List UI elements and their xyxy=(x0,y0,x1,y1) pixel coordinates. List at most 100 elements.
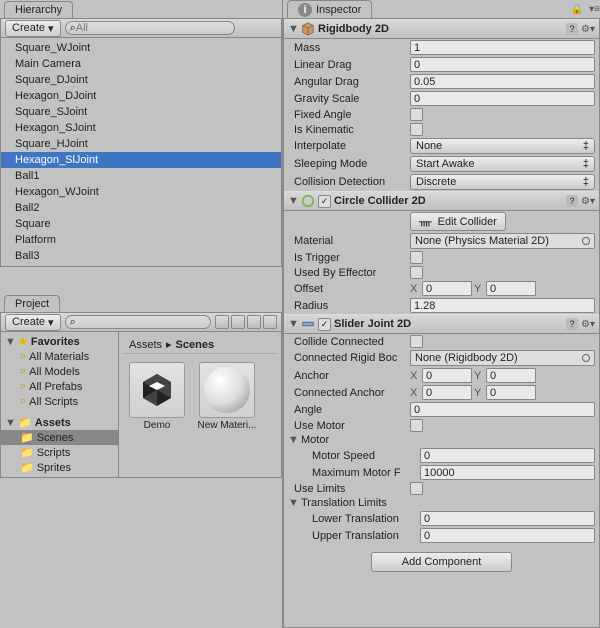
favorites-header[interactable]: ▼★Favorites xyxy=(1,334,118,349)
search-icon: ⌕ xyxy=(20,380,26,393)
help-icon[interactable]: ? xyxy=(566,195,578,207)
circle-collider-header[interactable]: ▼ ✓ Circle Collider 2D ? ⚙▾ xyxy=(284,191,599,211)
rigidbody-icon xyxy=(301,22,315,36)
hierarchy-item[interactable]: Ball3 xyxy=(1,248,281,264)
mass-input[interactable] xyxy=(410,40,595,55)
edit-collider-button[interactable]: ᚄEdit Collider xyxy=(410,212,506,231)
hierarchy-item[interactable]: Square_DJoint xyxy=(1,72,281,88)
project-tab[interactable]: Project xyxy=(4,295,60,312)
hierarchy-item[interactable]: Hexagon_DJoint xyxy=(1,88,281,104)
hierarchy-tab[interactable]: Hierarchy xyxy=(4,1,73,18)
hierarchy-item[interactable]: Square_WJoint xyxy=(1,40,281,56)
material-field[interactable]: None (Physics Material 2D) xyxy=(410,233,595,249)
favorite-item[interactable]: ⌕All Prefabs xyxy=(1,379,118,394)
gear-icon[interactable]: ⚙▾ xyxy=(581,319,595,330)
menu-icon[interactable]: ▾≡ xyxy=(589,4,600,15)
connected-rigidbody-field[interactable]: None (Rigidbody 2D) xyxy=(410,350,595,366)
star-icon: ★ xyxy=(18,335,28,348)
chevron-down-icon: ‡ xyxy=(583,140,589,152)
hierarchy-item[interactable]: Main Camera xyxy=(1,56,281,72)
chevron-down-icon: ‡ xyxy=(583,176,589,188)
asset-thumbnail[interactable]: Demo xyxy=(127,362,187,431)
angle-input[interactable] xyxy=(410,402,595,417)
slider-joint-enable-checkbox[interactable]: ✓ xyxy=(318,318,331,331)
foldout-icon[interactable]: ▼ xyxy=(288,497,298,509)
lower-translation-input[interactable] xyxy=(420,511,595,526)
asset-folder[interactable]: 📁Scripts xyxy=(1,445,118,460)
connected-anchor-x-input[interactable] xyxy=(422,385,472,400)
project-tab-label: Project xyxy=(15,298,49,310)
max-motor-force-input[interactable] xyxy=(420,465,595,480)
angular-drag-input[interactable] xyxy=(410,74,595,89)
anchor-y-input[interactable] xyxy=(486,368,536,383)
project-search-input[interactable]: ⌕ xyxy=(65,315,211,329)
hierarchy-item[interactable]: Hexagon_SlJoint xyxy=(1,152,281,168)
hierarchy-item[interactable]: Hexagon_WJoint xyxy=(1,184,281,200)
favorite-item[interactable]: ⌕All Materials xyxy=(1,349,118,364)
offset-y-input[interactable] xyxy=(486,281,536,296)
use-motor-checkbox[interactable] xyxy=(410,419,423,432)
foldout-icon: ▼ xyxy=(5,417,15,429)
search-icon: ⌕ xyxy=(20,350,26,363)
project-create-button[interactable]: Create▾ xyxy=(5,314,61,331)
anchor-x-input[interactable] xyxy=(422,368,472,383)
offset-x-input[interactable] xyxy=(422,281,472,296)
help-icon[interactable]: ? xyxy=(566,23,578,35)
gear-icon[interactable]: ⚙▾ xyxy=(581,196,595,207)
foldout-icon: ▼ xyxy=(288,195,298,207)
gravity-scale-input[interactable] xyxy=(410,91,595,106)
collision-detection-dropdown[interactable]: Discrete‡ xyxy=(410,174,595,190)
is-kinematic-checkbox[interactable] xyxy=(410,123,423,136)
foldout-icon[interactable]: ▼ xyxy=(288,434,298,446)
project-toolbar-icon[interactable] xyxy=(247,315,261,329)
hierarchy-item[interactable]: Platform xyxy=(1,232,281,248)
fixed-angle-checkbox[interactable] xyxy=(410,108,423,121)
inspector-tab[interactable]: iInspector xyxy=(287,0,372,19)
rigidbody-header[interactable]: ▼ Rigidbody 2D ? ⚙▾ xyxy=(284,19,599,39)
favorite-item[interactable]: ⌕All Scripts xyxy=(1,394,118,409)
hierarchy-item[interactable]: Hexagon_SJoint xyxy=(1,120,281,136)
edit-collider-icon: ᚄ xyxy=(419,215,432,228)
object-picker-icon[interactable] xyxy=(582,237,590,245)
asset-folder[interactable]: 📁Scenes xyxy=(1,430,118,445)
assets-header[interactable]: ▼📁Assets xyxy=(1,415,118,430)
upper-translation-input[interactable] xyxy=(420,528,595,543)
radius-input[interactable] xyxy=(410,298,595,313)
slider-joint-icon xyxy=(301,317,315,331)
object-picker-icon[interactable] xyxy=(582,354,590,362)
favorite-item[interactable]: ⌕All Models xyxy=(1,364,118,379)
is-trigger-checkbox[interactable] xyxy=(410,251,423,264)
hierarchy-item[interactable]: Square xyxy=(1,216,281,232)
used-by-effector-checkbox[interactable] xyxy=(410,266,423,279)
project-toolbar-icon[interactable] xyxy=(263,315,277,329)
hierarchy-item[interactable]: Ball1 xyxy=(1,168,281,184)
hierarchy-create-button[interactable]: Create▾ xyxy=(5,20,61,37)
motor-speed-input[interactable] xyxy=(420,448,595,463)
hierarchy-item[interactable]: Square_SJoint xyxy=(1,104,281,120)
add-component-button[interactable]: Add Component xyxy=(371,552,513,572)
asset-thumbnail[interactable]: New Materi... xyxy=(197,362,257,431)
folder-icon: 📁 xyxy=(20,431,34,444)
use-limits-checkbox[interactable] xyxy=(410,482,423,495)
connected-anchor-y-input[interactable] xyxy=(486,385,536,400)
gear-icon[interactable]: ⚙▾ xyxy=(581,24,595,35)
project-toolbar-icon[interactable] xyxy=(215,315,229,329)
hierarchy-item[interactable]: Ball2 xyxy=(1,200,281,216)
help-icon[interactable]: ? xyxy=(566,318,578,330)
search-icon: ⌕ xyxy=(20,395,26,408)
hierarchy-item[interactable]: Square_HJoint xyxy=(1,136,281,152)
lock-icon[interactable]: 🔒 xyxy=(571,4,583,15)
collide-connected-checkbox[interactable] xyxy=(410,335,423,348)
sleeping-mode-dropdown[interactable]: Start Awake‡ xyxy=(410,156,595,172)
project-toolbar-icon[interactable] xyxy=(231,315,245,329)
asset-folder[interactable]: 📁Sprites xyxy=(1,460,118,475)
circle-collider-enable-checkbox[interactable]: ✓ xyxy=(318,195,331,208)
slider-joint-header[interactable]: ▼ ✓ Slider Joint 2D ? ⚙▾ xyxy=(284,314,599,334)
hierarchy-search-input[interactable]: ⌕All xyxy=(65,21,235,35)
breadcrumb[interactable]: Assets▸Scenes xyxy=(123,336,277,354)
linear-drag-input[interactable] xyxy=(410,57,595,72)
folder-icon: 📁 xyxy=(20,446,34,459)
search-icon: ⌕ xyxy=(70,316,76,329)
search-icon: ⌕ xyxy=(20,365,26,378)
interpolate-dropdown[interactable]: None‡ xyxy=(410,138,595,154)
